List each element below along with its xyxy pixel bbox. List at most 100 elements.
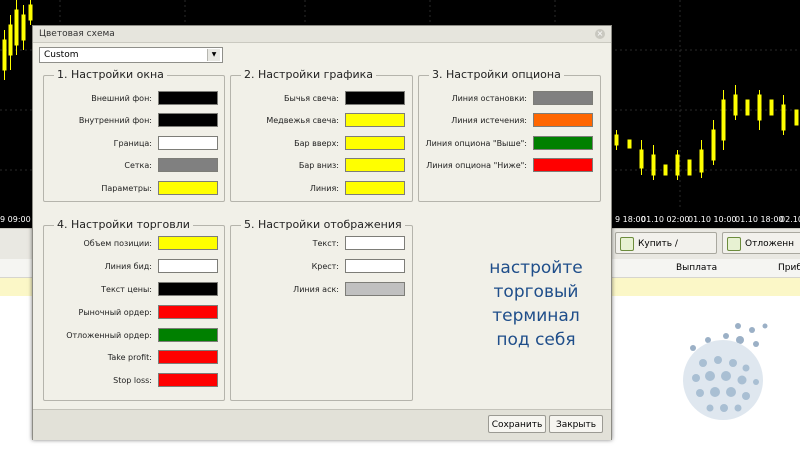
color-swatch[interactable] (345, 282, 405, 296)
sphere-logo (683, 323, 768, 420)
dialog-title-bar[interactable]: Цветовая схема × (33, 26, 611, 43)
color-swatch[interactable] (345, 181, 405, 195)
field-label: Линия опциона "Ниже": (426, 161, 527, 170)
field-label: Граница: (113, 139, 152, 148)
clock-icon (727, 237, 741, 251)
column-header-profit[interactable]: Приб (778, 263, 800, 273)
group-trading-settings: 4. Настройки торговли Объем позиции: Лин… (43, 218, 225, 401)
buy-sell-button[interactable]: Купить / Продать (615, 232, 717, 271)
field-bar-up: Бар вверх: (231, 136, 405, 152)
group-window-settings: 1. Настройки окна Внешний фон: Внутренни… (43, 68, 225, 202)
promo-line: торговый (493, 282, 579, 302)
group-title: 4. Настройки торговли (54, 218, 193, 231)
field-label: Текст: (312, 239, 339, 248)
field-parameters: Параметры: (44, 181, 218, 197)
scheme-select-value: Custom (44, 50, 79, 60)
color-swatch[interactable] (345, 158, 405, 172)
field-label: Текст цены: (101, 285, 152, 294)
field-label: Stop loss: (113, 376, 152, 385)
pending-order-label: Отложенн (745, 239, 794, 249)
chevron-down-icon[interactable]: ▼ (207, 49, 220, 61)
field-bid-line: Линия бид: (44, 259, 218, 275)
color-swatch[interactable] (158, 91, 218, 105)
field-label: Рыночный ордер: (78, 308, 152, 317)
color-swatch[interactable] (158, 158, 218, 172)
time-label: 01.10 02:00 (641, 215, 690, 224)
field-position-volume: Объем позиции: (44, 236, 218, 252)
field-price-text: Текст цены: (44, 282, 218, 298)
field-bar-down: Бар вниз: (231, 158, 405, 174)
group-option-settings: 3. Настройки опциона Линия остановки: Ли… (418, 68, 601, 202)
field-stop-line: Линия остановки: (419, 91, 593, 107)
field-pending-order: Отложенный ордер: (44, 328, 218, 344)
field-label: Линия: (309, 184, 339, 193)
color-swatch[interactable] (345, 113, 405, 127)
group-chart-settings: 2. Настройки графика Бычья свеча: Медвеж… (230, 68, 413, 202)
color-swatch[interactable] (158, 113, 218, 127)
field-text: Текст: (231, 236, 405, 252)
dialog-title: Цветовая схема (39, 29, 115, 39)
promo-line: терминал (492, 306, 580, 326)
buy-sell-icon (620, 237, 634, 251)
close-button[interactable]: Закрыть (549, 415, 603, 433)
field-ask-line: Линия аск: (231, 282, 405, 298)
field-border: Граница: (44, 136, 218, 152)
field-label: Крест: (311, 262, 339, 271)
color-swatch[interactable] (158, 350, 218, 364)
save-button[interactable]: Сохранить (488, 415, 546, 433)
color-swatch[interactable] (158, 305, 218, 319)
field-label: Бар вниз: (298, 161, 339, 170)
field-label: Внешний фон: (91, 94, 152, 103)
column-header-payout[interactable]: Выплата (676, 263, 717, 273)
color-swatch[interactable] (158, 328, 218, 342)
color-swatch[interactable] (345, 259, 405, 273)
field-label: Параметры: (101, 184, 152, 193)
color-swatch[interactable] (158, 236, 218, 250)
close-icon[interactable]: × (595, 29, 605, 39)
color-swatch[interactable] (533, 113, 593, 127)
color-swatch[interactable] (533, 158, 593, 172)
color-swatch[interactable] (533, 91, 593, 105)
field-line: Линия: (231, 181, 405, 197)
field-bear-candle: Медвежья свеча: (231, 113, 405, 129)
color-swatch[interactable] (345, 236, 405, 250)
dialog-footer: Сохранить Закрыть (33, 409, 611, 440)
color-swatch[interactable] (533, 136, 593, 150)
color-swatch[interactable] (158, 373, 218, 387)
field-label: Отложенный ордер: (66, 331, 152, 340)
field-grid: Сетка: (44, 158, 218, 174)
field-outer-background: Внешний фон: (44, 91, 218, 107)
pending-order-button[interactable]: Отложенн (722, 232, 800, 254)
field-label: Объем позиции: (83, 239, 153, 248)
field-label: Линия опциона "Выше": (425, 139, 527, 148)
color-swatch[interactable] (345, 91, 405, 105)
promo-line: под себя (496, 330, 576, 350)
scheme-select[interactable]: Custom ▼ (39, 47, 223, 63)
color-scheme-dialog: Цветовая схема × Custom ▼ 1. Настройки о… (32, 25, 612, 440)
field-bull-candle: Бычья свеча: (231, 91, 405, 107)
group-display-settings: 5. Настройки отображения Текст: Крест: Л… (230, 218, 413, 401)
color-swatch[interactable] (345, 136, 405, 150)
color-swatch[interactable] (158, 259, 218, 273)
promo-text: настройте торговый терминал под себя (461, 256, 611, 352)
field-label: Бар вверх: (294, 139, 339, 148)
field-label: Сетка: (124, 161, 152, 170)
time-label: 9 09:00 (0, 215, 31, 224)
color-swatch[interactable] (158, 136, 218, 150)
color-swatch[interactable] (158, 181, 218, 195)
field-inner-background: Внутренний фон: (44, 113, 218, 129)
field-stop-loss: Stop loss: (44, 373, 218, 389)
field-label: Внутренний фон: (78, 116, 152, 125)
promo-line: настройте (489, 258, 583, 278)
field-expiry-line: Линия истечения: (419, 113, 593, 129)
group-title: 3. Настройки опциона (429, 68, 564, 81)
field-label: Take profit: (107, 353, 152, 362)
field-label: Медвежья свеча: (266, 116, 339, 125)
field-label: Линия аск: (293, 285, 339, 294)
field-market-order: Рыночный ордер: (44, 305, 218, 321)
group-title: 2. Настройки графика (241, 68, 377, 81)
color-swatch[interactable] (158, 282, 218, 296)
time-label: 01.10 18:00 (735, 215, 784, 224)
time-label: 01.10 10:00 (688, 215, 737, 224)
field-take-profit: Take profit: (44, 350, 218, 366)
